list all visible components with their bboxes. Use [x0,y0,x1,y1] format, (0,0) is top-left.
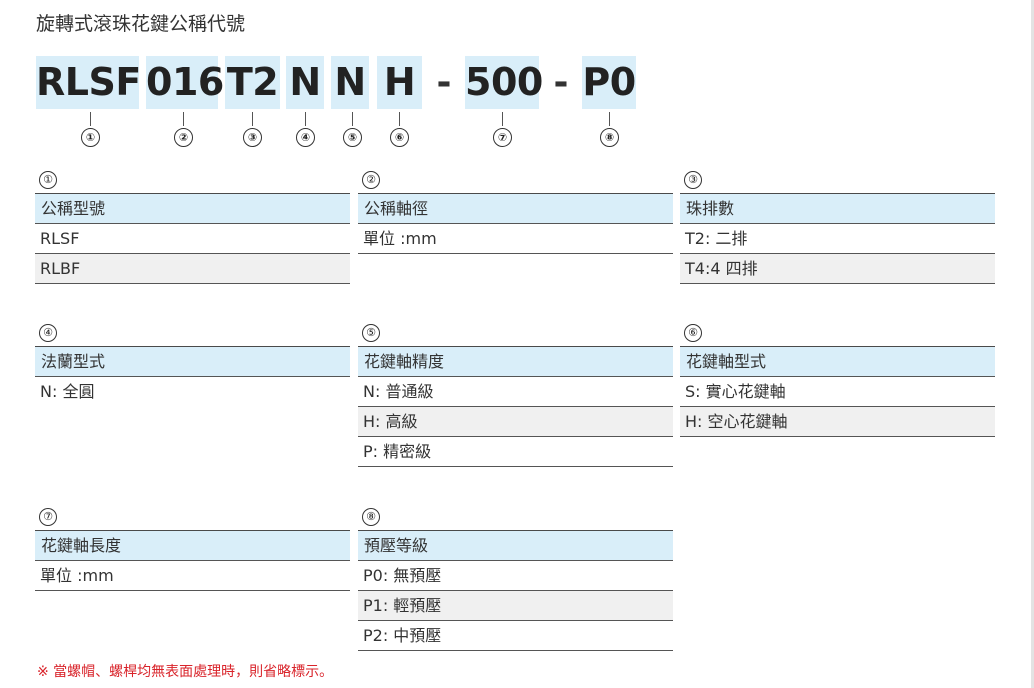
footnote: ※ 當螺帽、螺桿均無表面處理時，則省略標示。 [37,664,334,680]
table-row: T2: 二排 [680,223,995,253]
marker-1: ① [81,128,100,147]
table-row: P: 精密級 [358,436,673,466]
table-header: 珠排數 [680,193,995,223]
marker-line [609,112,610,126]
table-number: ⑥ [684,324,702,342]
table-row: 單位 :mm [358,223,673,253]
table-number: ⑦ [39,508,57,526]
marker-2: ② [174,128,193,147]
code-segment-shaft-length: 500 [465,56,543,109]
page-title: 旋轉式滾珠花鍵公稱代號 [36,13,246,35]
code-segment-ball-rows: T2 [225,56,280,109]
table-number: ⑤ [362,324,380,342]
table-row: RLBF [35,253,350,283]
table-row: S: 實心花鍵軸 [680,376,995,406]
marker-7: ⑦ [493,128,512,147]
table-row: RLSF [35,223,350,253]
marker-line [252,112,253,126]
marker-3: ③ [243,128,262,147]
code-dash-2: - [553,62,569,103]
table-row: N: 普通級 [358,376,673,406]
table-row: T4:4 四排 [680,253,995,283]
table-row: H: 空心花鍵軸 [680,406,995,436]
table-number: ⑧ [362,508,380,526]
table-number: ④ [39,324,57,342]
table-flange-type: ④ 法蘭型式 N: 全圓 [35,321,350,406]
marker-line [502,112,503,126]
table-number: ③ [684,171,702,189]
table-header: 公稱型號 [35,193,350,223]
table-header: 花鍵軸長度 [35,530,350,560]
table-row: P0: 無預壓 [358,560,673,590]
marker-4: ④ [296,128,315,147]
marker-line [399,112,400,126]
table-row: 單位 :mm [35,560,350,590]
table-header: 花鍵軸精度 [358,346,673,376]
marker-5: ⑤ [343,128,362,147]
table-model: ① 公稱型號 RLSF RLBF [35,168,350,284]
code-segment-shaft-type: H [377,56,422,109]
table-row: N: 全圓 [35,376,350,406]
table-shaft-diameter: ② 公稱軸徑 單位 :mm [358,168,673,254]
code-segment-model: RLSF [36,56,141,109]
marker-line [305,112,306,126]
table-header: 花鍵軸型式 [680,346,995,376]
table-header: 預壓等級 [358,530,673,560]
marker-6: ⑥ [390,128,409,147]
table-header: 公稱軸徑 [358,193,673,223]
table-preload: ⑧ 預壓等級 P0: 無預壓 P1: 輕預壓 P2: 中預壓 [358,505,673,651]
code-segment-shaft-diameter: 016 [146,56,224,109]
marker-8: ⑧ [600,128,619,147]
table-number: ② [362,171,380,189]
table-shaft-length: ⑦ 花鍵軸長度 單位 :mm [35,505,350,591]
code-dash-1: - [436,62,452,103]
code-segment-accuracy: N [331,56,369,109]
table-row: P1: 輕預壓 [358,590,673,620]
marker-line [90,112,91,126]
marker-line [352,112,353,126]
code-segment-preload: P0 [582,56,636,109]
code-segment-flange: N [286,56,324,109]
table-number: ① [39,171,57,189]
table-ball-rows: ③ 珠排數 T2: 二排 T4:4 四排 [680,168,995,284]
table-header: 法蘭型式 [35,346,350,376]
table-shaft-type: ⑥ 花鍵軸型式 S: 實心花鍵軸 H: 空心花鍵軸 [680,321,995,437]
table-row: P2: 中預壓 [358,620,673,650]
table-row: H: 高級 [358,406,673,436]
table-shaft-accuracy: ⑤ 花鍵軸精度 N: 普通級 H: 高級 P: 精密級 [358,321,673,467]
marker-line [183,112,184,126]
